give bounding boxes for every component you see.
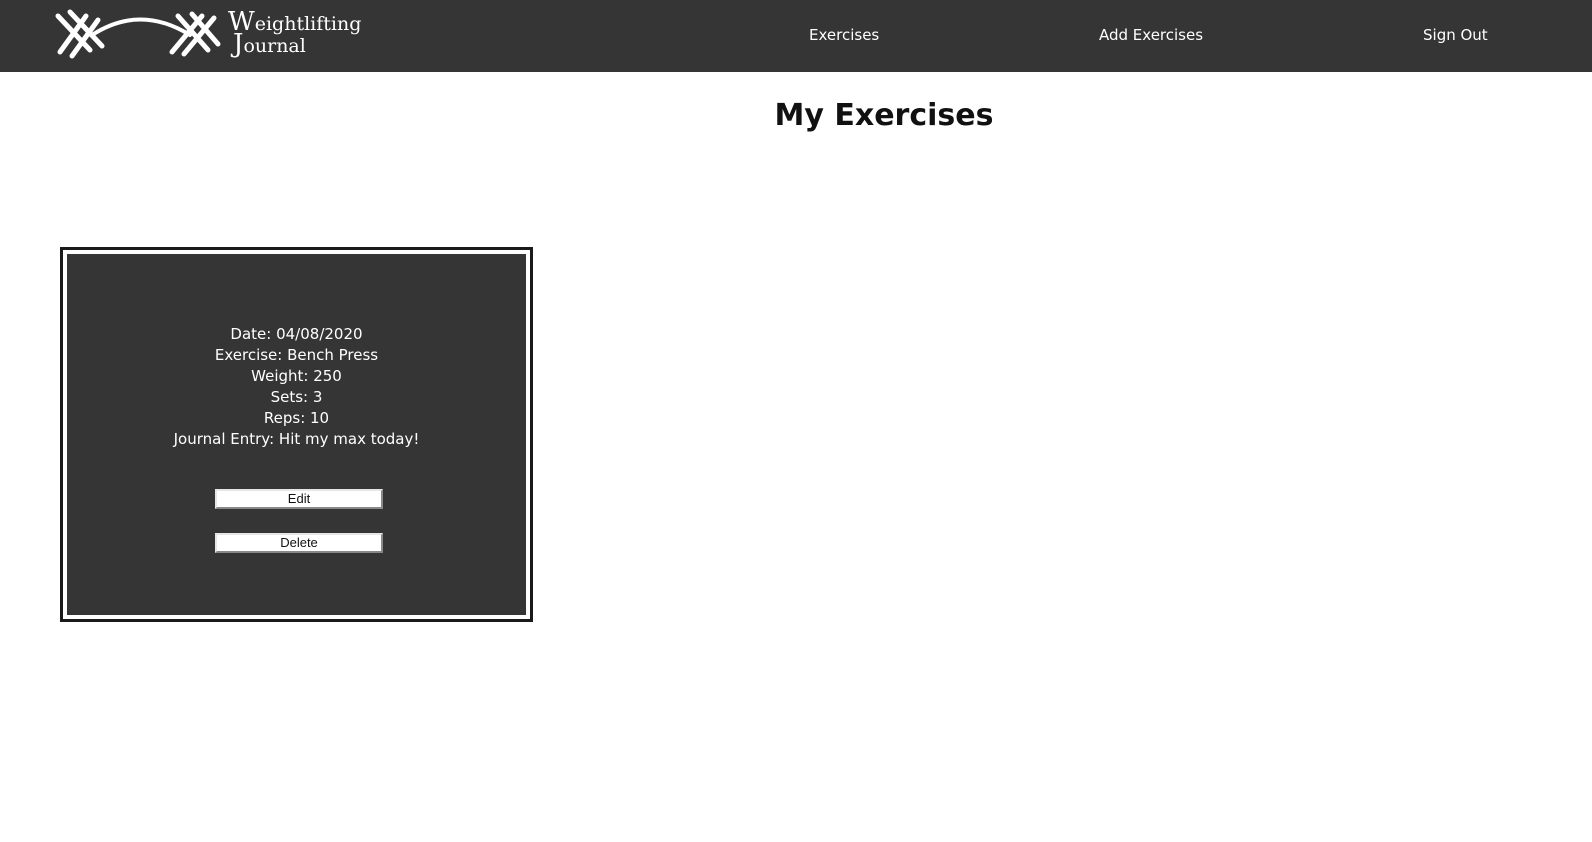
logo-text: Weightlifting Journal [228,9,362,59]
nav-link-sign-out[interactable]: Sign Out [1423,25,1488,45]
delete-button[interactable]: Delete [215,533,383,553]
edit-button[interactable]: Edit [215,489,383,509]
app-logo[interactable]: Weightlifting Journal [50,6,362,66]
exercise-date: Date: 04/08/2020 [230,325,363,343]
logo-word-weightlifting: eightlifting [254,13,362,35]
exercise-reps: Reps: 10 [263,409,330,427]
exercise-details: Date: 04/08/2020 Exercise: Bench Press W… [67,324,526,450]
exercise-sets: Sets: 3 [270,388,323,406]
logo-cap-j: J [233,29,244,59]
exercise-weight: Weight: 250 [251,367,342,385]
nav-link-add-exercises[interactable]: Add Exercises [1099,25,1203,45]
navbar: Weightlifting Journal Exercises Add Exer… [0,0,1592,72]
page-title: My Exercises [774,98,994,133]
logo-word-journal: ournal [243,35,306,57]
exercise-card-body: Date: 04/08/2020 Exercise: Bench Press W… [67,254,526,615]
exercise-journal-entry: Journal Entry: Hit my max today! [173,430,420,448]
exercise-name: Exercise: Bench Press [214,346,379,364]
exercise-card: Date: 04/08/2020 Exercise: Bench Press W… [60,247,533,622]
barbell-icon [55,9,221,59]
nav-link-exercises[interactable]: Exercises [809,25,879,45]
